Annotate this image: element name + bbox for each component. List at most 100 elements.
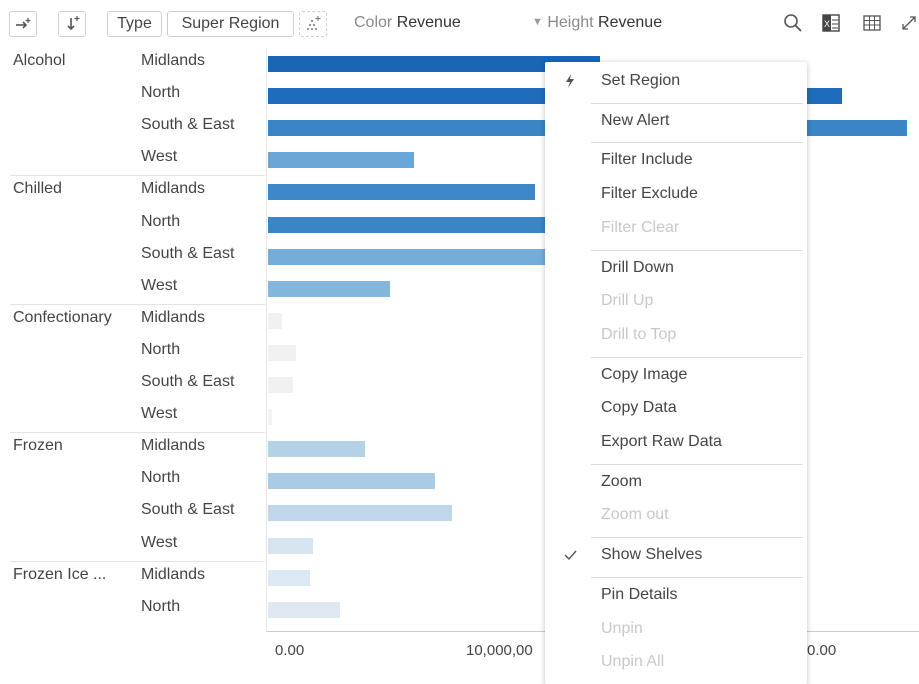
menu-item-filter-exclude[interactable]: Filter Exclude xyxy=(545,180,807,210)
menu-item-label: Unpin xyxy=(601,619,643,637)
menu-item-copy-image[interactable]: Copy Image xyxy=(545,361,807,391)
bar[interactable] xyxy=(268,248,564,265)
menu-item-zoom[interactable]: Zoom xyxy=(545,468,807,498)
menu-item-label: Unpin All xyxy=(601,653,665,671)
super-region-shelf-pill[interactable]: Super Region xyxy=(167,11,294,37)
category-label: Confectionary xyxy=(13,308,112,326)
y-axis-line xyxy=(266,48,267,632)
menu-item-label: Export Raw Data xyxy=(601,433,722,450)
table-view-button[interactable] xyxy=(861,12,883,34)
category-label: Chilled xyxy=(13,180,62,198)
region-label: Midlands xyxy=(141,308,206,326)
menu-item-label: New Alert xyxy=(601,111,670,129)
menu-separator xyxy=(591,142,803,144)
region-label: West xyxy=(141,148,178,166)
menu-item-label: Drill to Top xyxy=(601,325,677,343)
search-icon xyxy=(784,14,802,32)
menu-separator xyxy=(591,463,803,465)
menu-item-filter-clear: Filter Clear xyxy=(545,214,807,244)
region-label: Midlands xyxy=(141,437,206,455)
region-label: North xyxy=(141,469,181,487)
menu-item-label: Drill Up xyxy=(601,292,654,310)
add-row-button[interactable] xyxy=(58,11,86,37)
menu-item-label: Zoom out xyxy=(601,506,669,524)
category-label: Frozen xyxy=(13,437,63,455)
toolbar: Type Super Region Color Revenue ▼ Height… xyxy=(0,0,919,48)
menu-item-zoom-out: Zoom out xyxy=(545,501,807,531)
bar[interactable] xyxy=(268,441,366,458)
expand-button[interactable] xyxy=(899,12,919,34)
menu-item-unpin-all: Unpin All xyxy=(545,648,807,678)
region-label: North xyxy=(141,340,181,358)
add-column-button[interactable] xyxy=(9,11,37,37)
menu-item-label: Pin Details xyxy=(601,585,678,603)
menu-item-export-raw-data[interactable]: Export Raw Data xyxy=(545,428,807,458)
category-label: Alcohol xyxy=(13,52,66,69)
region-label: South & East xyxy=(141,116,235,134)
bar[interactable] xyxy=(268,280,391,297)
menu-separator xyxy=(591,576,803,578)
menu-item-label: Show Shelves xyxy=(601,546,703,564)
excel-export-button[interactable]: X xyxy=(820,12,842,34)
bar[interactable] xyxy=(268,152,415,169)
menu-item-show-shelves[interactable]: Show Shelves xyxy=(545,541,807,571)
menu-item-drill-down[interactable]: Drill Down xyxy=(545,254,807,284)
search-button[interactable] xyxy=(782,12,804,34)
lightning-icon xyxy=(563,73,577,89)
context-menu: Set Region New Alert Filter Include Filter … xyxy=(545,62,807,684)
menu-item-copy-data[interactable]: Copy Data xyxy=(545,394,807,424)
type-shelf-pill[interactable]: Type xyxy=(107,11,162,37)
region-label: Midlands xyxy=(141,52,206,69)
x-tick-label: 0.00 xyxy=(807,642,837,659)
bar[interactable] xyxy=(268,409,273,426)
menu-item-set-region[interactable]: Set Region xyxy=(545,67,807,97)
bar[interactable] xyxy=(268,184,536,201)
menu-item-label: Filter Include xyxy=(601,151,693,169)
bar[interactable] xyxy=(268,601,340,618)
region-label: South & East xyxy=(141,373,235,390)
region-label: North xyxy=(141,212,181,230)
menu-item-pin-details[interactable]: Pin Details xyxy=(545,581,807,611)
menu-separator xyxy=(591,249,803,251)
bar[interactable] xyxy=(268,569,311,586)
category-separator xyxy=(10,303,265,305)
menu-separator xyxy=(591,537,803,539)
height-value: Revenue xyxy=(598,14,663,31)
scatter-add-button[interactable] xyxy=(299,11,327,37)
menu-item-new-alert[interactable]: New Alert xyxy=(545,107,807,137)
menu-separator xyxy=(591,356,803,358)
category-label: Frozen Ice ... xyxy=(13,565,107,583)
dropdown-caret-icon: ▼ xyxy=(532,16,543,28)
bar[interactable] xyxy=(268,344,297,361)
bar[interactable] xyxy=(268,312,283,329)
x-tick-label: 0.00 xyxy=(275,642,305,659)
menu-item-drill-up: Drill Up xyxy=(545,287,807,317)
bar[interactable] xyxy=(268,505,453,522)
menu-item-drill-to-top: Drill to Top xyxy=(545,321,807,351)
table-icon xyxy=(863,15,881,31)
bar[interactable] xyxy=(268,537,313,554)
category-separator xyxy=(10,560,265,562)
menu-item-label: Copy Data xyxy=(601,399,677,417)
region-label: South & East xyxy=(141,501,235,519)
menu-item-label: Filter Exclude xyxy=(601,185,698,203)
height-setting[interactable]: ▼ Height Revenue xyxy=(532,14,662,32)
color-value: Revenue xyxy=(396,14,461,31)
menu-item-label: Filter Clear xyxy=(601,218,680,236)
color-setting[interactable]: Color Revenue xyxy=(354,14,461,32)
type-shelf-label: Type xyxy=(117,15,152,32)
bar[interactable] xyxy=(268,216,555,233)
category-separator xyxy=(10,432,265,434)
checkmark-icon xyxy=(563,547,577,563)
category-separator xyxy=(10,175,265,177)
menu-item-label: Copy Image xyxy=(601,365,688,383)
height-key: Height xyxy=(547,14,594,31)
region-label: North xyxy=(141,597,181,615)
region-label: South & East xyxy=(141,244,235,262)
menu-item-label: Drill Down xyxy=(601,258,674,276)
bar[interactable] xyxy=(268,377,294,393)
add-row-icon xyxy=(67,16,80,31)
bar[interactable] xyxy=(268,473,436,490)
expand-icon xyxy=(902,16,916,30)
menu-item-filter-include[interactable]: Filter Include xyxy=(545,146,807,176)
